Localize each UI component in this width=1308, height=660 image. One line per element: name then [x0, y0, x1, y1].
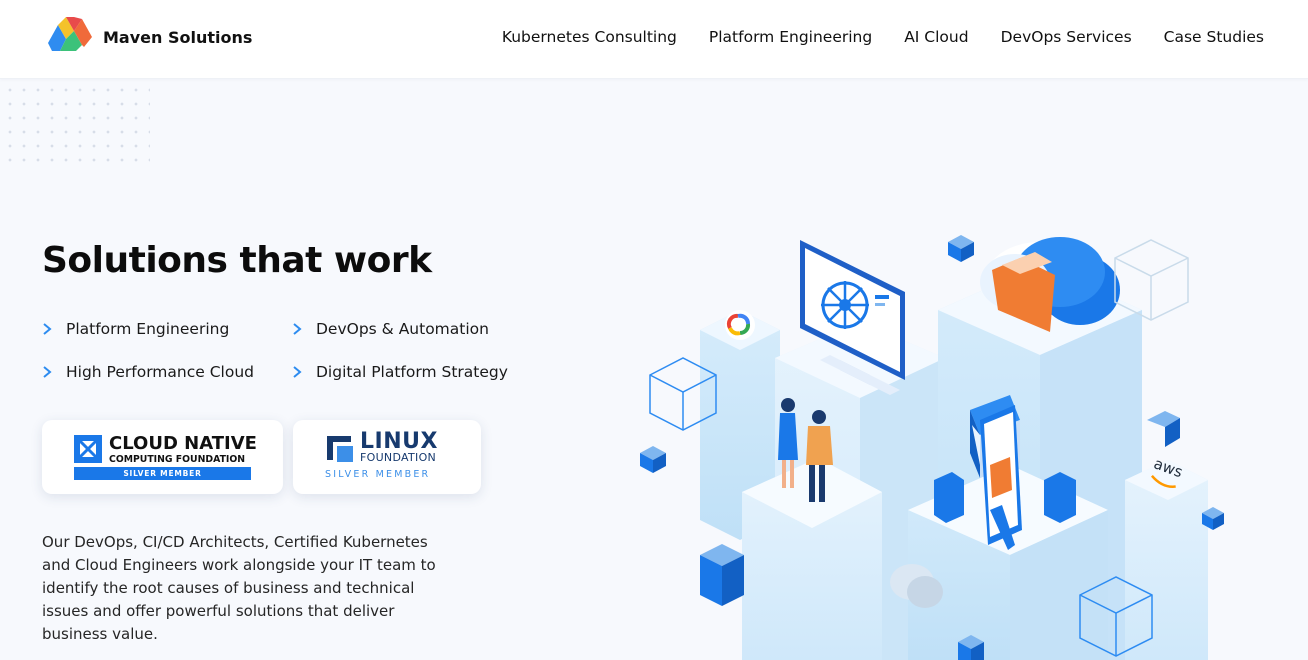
feature-label: Platform Engineering: [66, 320, 230, 338]
cncf-silver-member-badge: CLOUD NATIVE COMPUTING FOUNDATION SILVER…: [42, 420, 283, 494]
feature-digital-platform-strategy: Digital Platform Strategy: [290, 363, 508, 381]
decorative-dot-grid: [0, 80, 150, 172]
pillar-aws: [1125, 460, 1208, 660]
solid-cube: [948, 235, 974, 262]
cloud-infrastructure-illustration: aws: [640, 235, 1224, 660]
hero-title: Solutions that work: [42, 240, 432, 281]
nav-devops-services[interactable]: DevOps Services: [1001, 28, 1132, 46]
nav-case-studies[interactable]: Case Studies: [1164, 28, 1264, 46]
nav-kubernetes-consulting[interactable]: Kubernetes Consulting: [502, 28, 677, 46]
linux-foundation-logo-icon: [327, 436, 353, 462]
cncf-subtitle: COMPUTING FOUNDATION: [109, 454, 246, 465]
feature-label: High Performance Cloud: [66, 363, 254, 381]
site-header: Maven Solutions Kubernetes Consulting Pl…: [0, 0, 1308, 79]
wireframe-cube: [1114, 239, 1189, 321]
solid-cube: [640, 446, 666, 473]
nav-ai-cloud[interactable]: AI Cloud: [904, 28, 968, 46]
solid-cube: [700, 544, 744, 606]
chevron-right-icon: [293, 323, 302, 335]
feature-label: DevOps & Automation: [316, 320, 489, 338]
linux-foundation-silver-member-badge: LINUX FOUNDATION SILVER MEMBER: [293, 420, 481, 494]
chevron-right-icon: [43, 366, 52, 378]
solid-cube: [1147, 411, 1180, 447]
maven-logo-icon[interactable]: [48, 17, 92, 53]
brand-name[interactable]: Maven Solutions: [103, 28, 252, 47]
hero-description: Our DevOps, CI/CD Architects, Certified …: [42, 533, 436, 643]
main-nav: Kubernetes Consulting Platform Engineeri…: [470, 28, 1264, 46]
feature-high-performance-cloud: High Performance Cloud: [40, 363, 254, 381]
chevron-right-icon: [43, 323, 52, 335]
google-cloud-icon: [725, 310, 755, 340]
linux-foundation-subtitle: FOUNDATION: [360, 451, 437, 464]
cncf-title: CLOUD NATIVE: [109, 433, 257, 454]
chevron-right-icon: [293, 366, 302, 378]
feature-platform-engineering: Platform Engineering: [40, 320, 229, 338]
feature-label: Digital Platform Strategy: [316, 363, 508, 381]
nav-platform-engineering[interactable]: Platform Engineering: [709, 28, 872, 46]
cncf-tier-label: SILVER MEMBER: [74, 467, 251, 480]
feature-devops-automation: DevOps & Automation: [290, 320, 489, 338]
linux-foundation-tier-label: SILVER MEMBER: [325, 469, 431, 480]
